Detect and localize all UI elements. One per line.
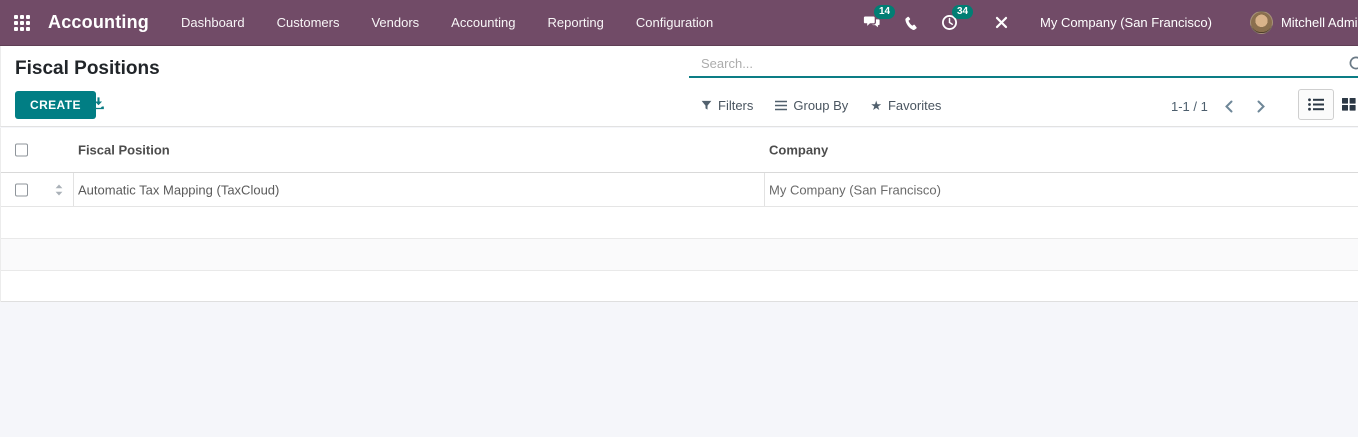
group-by-label: Group By <box>793 97 849 113</box>
empty-row <box>1 207 1358 239</box>
pager-previous-button[interactable] <box>1218 98 1240 115</box>
column-header-company[interactable]: Company <box>769 143 828 158</box>
row-checkbox[interactable] <box>15 183 28 196</box>
stacked-lines-icon <box>775 100 788 111</box>
create-button[interactable]: CREATE <box>15 91 96 119</box>
page-title: Fiscal Positions <box>15 58 160 79</box>
pager: 1-1 / 1 <box>1171 91 1272 121</box>
user-name: Mitchell Admin <box>1280 15 1358 30</box>
filters-label: Filters <box>718 97 754 113</box>
search-input[interactable] <box>689 52 1289 75</box>
pager-next-button[interactable] <box>1250 98 1272 115</box>
phone-icon <box>903 15 919 31</box>
menu-accounting[interactable]: Accounting <box>435 0 531 46</box>
funnel-icon <box>701 100 712 111</box>
app-title[interactable]: Accounting <box>48 12 149 33</box>
calls-button[interactable] <box>892 0 930 45</box>
group-by-dropdown[interactable]: Group By <box>775 98 848 113</box>
favorites-label: Favorites <box>887 97 942 113</box>
star-icon: ★ <box>870 97 882 113</box>
user-menu[interactable]: Mitchell Admin <box>1249 11 1358 34</box>
menu-reporting[interactable]: Reporting <box>532 0 620 46</box>
column-divider <box>73 173 74 206</box>
list-view-icon <box>1308 98 1324 111</box>
top-navbar: Accounting Dashboard Customers Vendors A… <box>0 0 1358 46</box>
crossed-tools-icon <box>994 15 1009 30</box>
developer-tools-button[interactable] <box>983 0 1020 45</box>
menu-customers[interactable]: Customers <box>261 0 356 46</box>
cell-company[interactable]: My Company (San Francisco) <box>769 182 941 197</box>
empty-row <box>1 239 1358 271</box>
main-menu: Dashboard Customers Vendors Accounting R… <box>165 0 729 46</box>
menu-dashboard[interactable]: Dashboard <box>165 0 261 46</box>
favorites-dropdown[interactable]: ★ Favorites <box>870 98 941 113</box>
menu-vendors[interactable]: Vendors <box>355 0 435 46</box>
row-drag-handle-icon[interactable] <box>54 184 64 195</box>
activities-button[interactable]: 34 <box>930 0 974 45</box>
control-panel: Fiscal Positions CREATE Filters <box>0 46 1358 127</box>
export-download-icon[interactable] <box>91 96 106 111</box>
user-avatar <box>1249 11 1273 34</box>
search-options: Filters Group By ★ Favorites <box>701 91 941 119</box>
systray: 14 34 My Company (San Francisco) Mitchel… <box>852 0 1358 45</box>
search-box <box>689 52 1358 78</box>
list-view-button[interactable] <box>1298 89 1334 120</box>
activities-badge: 34 <box>952 5 974 19</box>
menu-configuration[interactable]: Configuration <box>620 0 729 46</box>
pager-value[interactable]: 1-1 / 1 <box>1171 99 1208 114</box>
table-header-row: Fiscal Position Company <box>1 128 1358 173</box>
empty-row <box>1 271 1358 302</box>
view-switcher <box>1298 89 1358 120</box>
apps-menu-icon[interactable] <box>14 14 30 31</box>
column-header-fiscal-position[interactable]: Fiscal Position <box>78 143 170 158</box>
messages-button[interactable]: 14 <box>852 0 896 45</box>
select-all-checkbox[interactable] <box>15 143 28 157</box>
kanban-view-button[interactable] <box>1334 89 1358 120</box>
cell-fiscal-position[interactable]: Automatic Tax Mapping (TaxCloud) <box>78 182 279 197</box>
kanban-view-icon <box>1342 98 1356 111</box>
filters-dropdown[interactable]: Filters <box>701 98 753 113</box>
column-divider <box>764 173 765 206</box>
table-row[interactable]: Automatic Tax Mapping (TaxCloud) My Comp… <box>1 173 1358 207</box>
search-icon[interactable] <box>1348 55 1358 74</box>
fiscal-positions-list: Fiscal Position Company Automatic Tax Ma… <box>0 128 1358 302</box>
company-switcher[interactable]: My Company (San Francisco) <box>1028 15 1224 30</box>
